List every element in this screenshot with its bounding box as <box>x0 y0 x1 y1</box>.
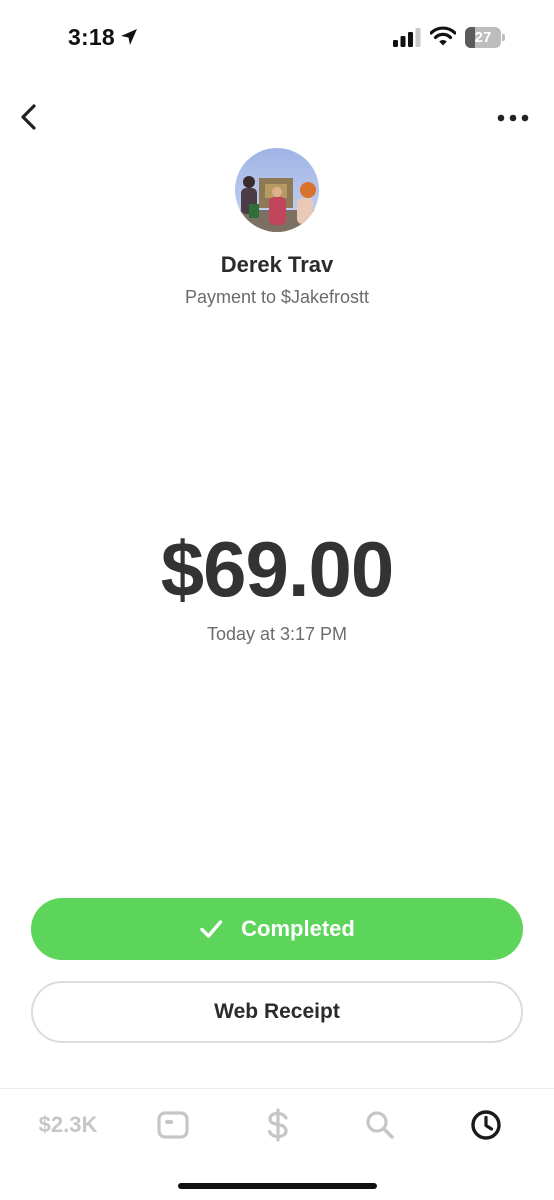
tab-balance[interactable]: $2.3K <box>26 1105 110 1145</box>
checkmark-icon <box>200 920 223 938</box>
location-arrow-icon <box>121 29 137 45</box>
web-receipt-button[interactable]: Web Receipt <box>31 981 523 1043</box>
chevron-left-icon <box>21 104 36 130</box>
tab-pay[interactable] <box>260 1105 296 1145</box>
wifi-icon <box>430 26 456 46</box>
status-bar: 3:18 27 <box>0 0 554 76</box>
battery-body: 27 <box>465 27 501 48</box>
home-indicator[interactable] <box>178 1183 377 1189</box>
completed-status-button[interactable]: Completed <box>31 898 523 960</box>
payment-description: Payment to $Jakefrostt <box>184 287 370 307</box>
completed-label: Completed <box>241 916 355 941</box>
avatar-photo <box>235 148 319 232</box>
payment-timestamp: Today at 3:17 PM <box>206 624 348 644</box>
recipient-name: Derek Trav <box>220 252 334 277</box>
status-time: 3:18 <box>68 24 115 50</box>
payment-amount: $69.00 <box>160 525 395 613</box>
battery-indicator: 27 <box>465 27 505 48</box>
tab-activity[interactable] <box>468 1105 504 1145</box>
tab-search[interactable] <box>362 1105 398 1145</box>
dollar-icon <box>267 1108 288 1142</box>
recipient-avatar[interactable] <box>235 148 319 232</box>
battery-level-text: 27 <box>474 29 492 46</box>
back-button[interactable] <box>14 100 46 134</box>
clock-icon <box>471 1110 501 1140</box>
search-icon <box>366 1111 394 1139</box>
cellular-signal-icon <box>393 28 421 47</box>
ellipsis-icon <box>497 114 529 122</box>
battery-cap <box>502 34 505 41</box>
more-options-button[interactable] <box>494 105 532 131</box>
tab-card[interactable] <box>155 1105 191 1145</box>
card-icon <box>157 1111 189 1139</box>
